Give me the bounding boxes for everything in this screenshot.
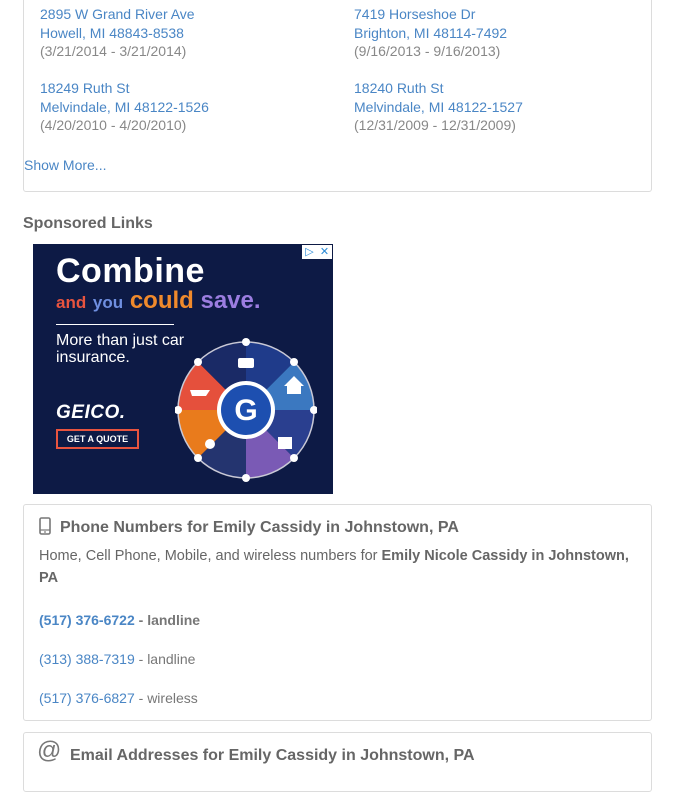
address-city-link[interactable]: Melvindale, MI 48122-1527	[354, 99, 523, 115]
address-street-link[interactable]: 7419 Horseshoe Dr	[354, 6, 475, 22]
address-street-link[interactable]: 18240 Ruth St	[354, 80, 444, 96]
address-dates: (9/16/2013 - 9/16/2013)	[354, 43, 501, 60]
ad-choices[interactable]: ▷ ✕	[302, 245, 332, 259]
address-city-link[interactable]: Howell, MI 48843-8538	[40, 25, 184, 41]
play-triangle-icon[interactable]: ▷	[302, 245, 317, 259]
phone-type: - wireless	[134, 690, 198, 706]
phone-entry: (313) 388-7319 - landline	[39, 651, 195, 667]
ad-tagline-save: save.	[200, 287, 261, 314]
address-dates: (3/21/2014 - 3/21/2014)	[40, 43, 187, 60]
close-x-icon[interactable]: ✕	[317, 245, 332, 259]
get-a-quote-button[interactable]: GET A QUOTE	[56, 429, 139, 449]
building-icon	[278, 437, 292, 449]
car-icon	[238, 358, 254, 368]
sponsored-links-heading: Sponsored Links	[23, 215, 153, 232]
at-sign-icon: @	[37, 737, 62, 764]
address-entry: 18249 Ruth St Melvindale, MI 48122-1526 …	[40, 79, 209, 135]
phone-entry: (517) 376-6827 - wireless	[39, 690, 198, 706]
address-dates: (12/31/2009 - 12/31/2009)	[354, 117, 516, 134]
geico-logo: GEICO.	[56, 402, 126, 424]
address-street-link[interactable]: 18249 Ruth St	[40, 80, 130, 96]
phone-number-link[interactable]: (517) 376-6722	[39, 612, 135, 628]
ad-tagline-you: you	[92, 293, 124, 312]
phone-numbers-title: Phone Numbers for Emily Cassidy in Johns…	[60, 519, 459, 536]
phone-numbers-card: Phone Numbers for Emily Cassidy in Johns…	[23, 504, 652, 721]
phone-number-link[interactable]: (313) 388-7319	[39, 651, 135, 667]
address-entry: 18240 Ruth St Melvindale, MI 48122-1527 …	[354, 79, 523, 135]
wheel-center-letter: G	[234, 394, 257, 427]
motorcycle-icon	[205, 439, 215, 449]
phone-number-link[interactable]: (517) 376-6827	[39, 690, 135, 706]
geico-logo-mark: .	[119, 402, 126, 423]
address-entry: 2895 W Grand River Ave Howell, MI 48843-…	[40, 5, 195, 61]
show-more-link[interactable]: Show More...	[24, 157, 106, 173]
ad-tagline-and: and	[56, 293, 87, 312]
coverage-wheel-graphic: G	[175, 338, 317, 482]
phone-desc-prefix: Home, Cell Phone, Mobile, and wireless n…	[39, 548, 382, 564]
phone-numbers-description: Home, Cell Phone, Mobile, and wireless n…	[39, 545, 639, 589]
address-city-link[interactable]: Melvindale, MI 48122-1526	[40, 99, 209, 115]
ad-tagline-could: could	[129, 287, 194, 314]
geico-logo-text: GEICO	[56, 402, 120, 423]
ad-tagline: and you could save.	[56, 287, 261, 315]
email-addresses-title: Email Addresses for Emily Cassidy in Joh…	[70, 747, 475, 764]
phone-icon	[39, 517, 51, 535]
ad-divider	[56, 324, 174, 325]
address-dates: (4/20/2010 - 4/20/2010)	[40, 117, 187, 134]
phone-type: - landline	[134, 651, 196, 667]
address-street-link[interactable]: 2895 W Grand River Ave	[40, 6, 195, 22]
geico-ad-banner[interactable]: ▷ ✕ Combine and you could save. More tha…	[33, 244, 333, 494]
addresses-card: 2895 W Grand River Ave Howell, MI 48843-…	[23, 0, 652, 192]
phone-type: - landline	[134, 612, 201, 628]
ad-headline: Combine	[56, 252, 205, 290]
address-entry: 7419 Horseshoe Dr Brighton, MI 48114-749…	[354, 5, 507, 61]
address-city-link[interactable]: Brighton, MI 48114-7492	[354, 25, 507, 41]
phone-entry: (517) 376-6722 - landline	[39, 612, 200, 628]
email-addresses-card: @ Email Addresses for Emily Cassidy in J…	[23, 732, 652, 792]
